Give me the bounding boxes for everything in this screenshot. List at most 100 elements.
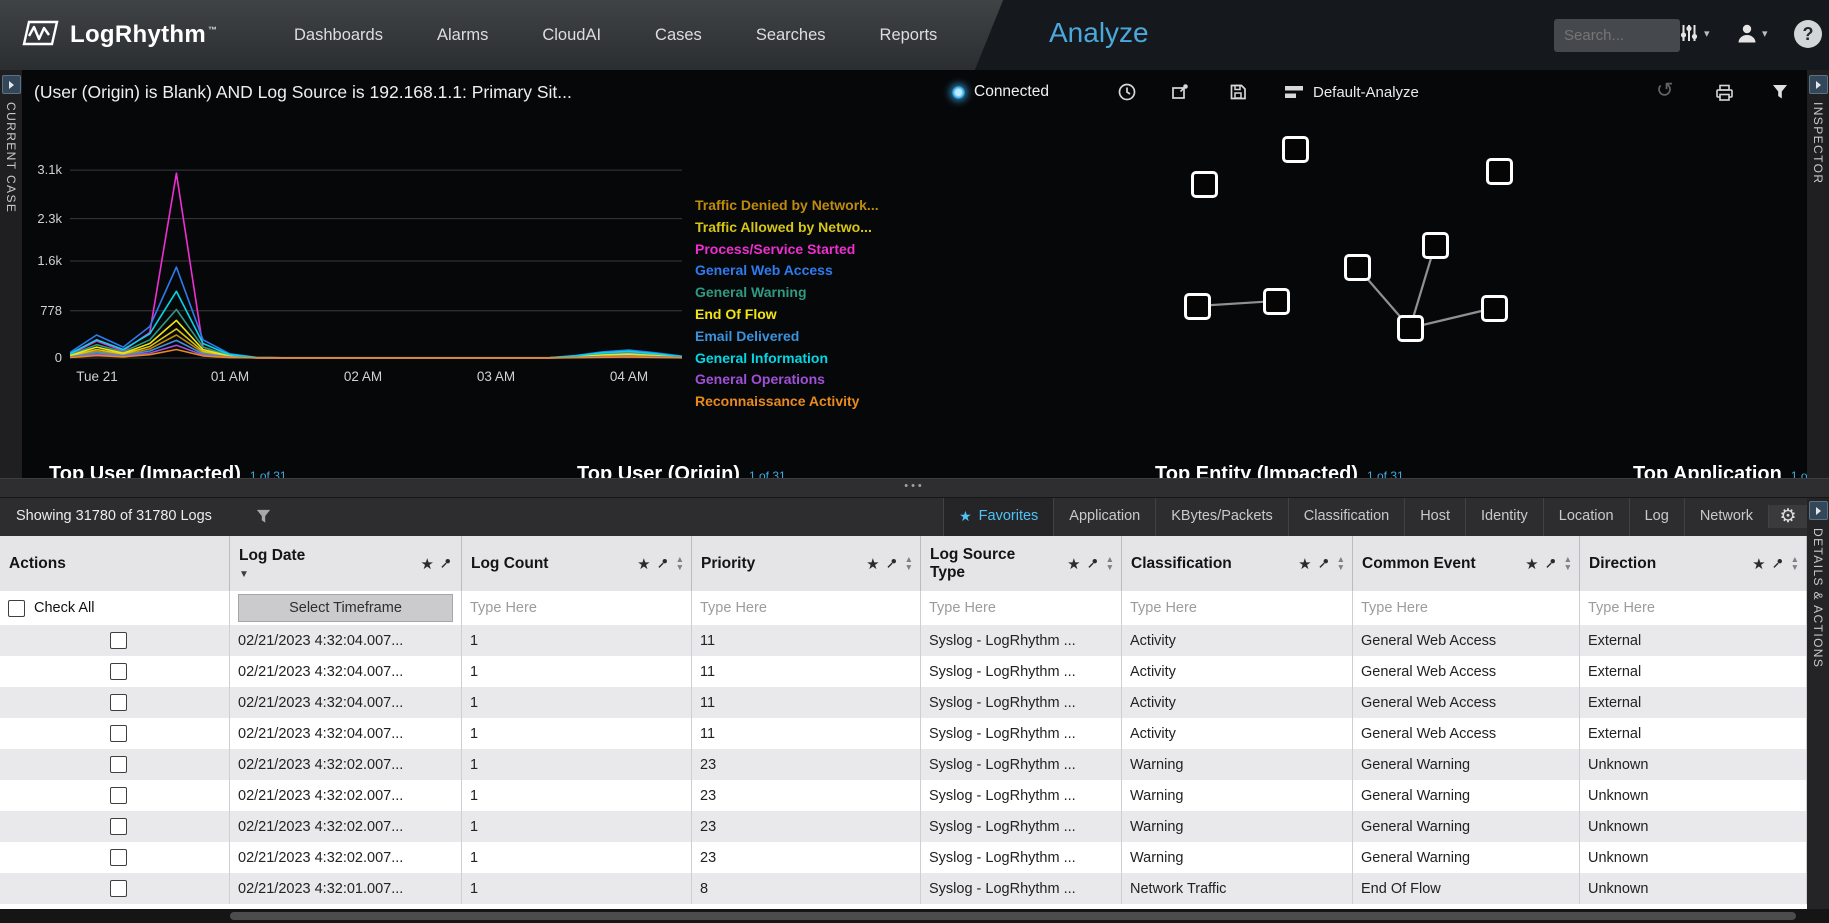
pin-column-icon[interactable] <box>656 557 669 570</box>
graph-node-3[interactable] <box>1422 232 1449 259</box>
column-header-classification[interactable]: Classification★▲▼ <box>1122 536 1353 591</box>
pin-to-dashboard-button[interactable] <box>1170 82 1190 107</box>
graph-node-2[interactable] <box>1486 158 1513 185</box>
brand[interactable]: LogRhythm™ <box>20 0 217 70</box>
grid-tab-application[interactable]: Application <box>1053 496 1155 536</box>
undo-icon[interactable]: ↺ <box>1656 78 1674 103</box>
save-layout-button[interactable] <box>1228 82 1248 107</box>
widget-pager[interactable]: 1 of 31 <box>749 469 786 478</box>
details-actions-label[interactable]: DETAILS & ACTIONS <box>1811 528 1825 668</box>
log-table-row-3[interactable]: 02/21/2023 4:32:04.007...111Syslog - Log… <box>0 718 1807 749</box>
pin-column-icon[interactable] <box>1771 557 1784 570</box>
help-icon[interactable]: ? <box>1794 20 1822 48</box>
row-checkbox[interactable] <box>110 787 127 804</box>
sort-desc-icon[interactable]: ▼ <box>239 570 305 580</box>
nav-item-reports[interactable]: Reports <box>880 26 938 45</box>
grid-tab-location[interactable]: Location <box>1543 496 1629 536</box>
user-menu[interactable]: ▾ <box>1736 22 1768 44</box>
graph-node-0[interactable] <box>1282 136 1309 163</box>
row-checkbox[interactable] <box>110 818 127 835</box>
grid-filter-icon[interactable] <box>254 507 273 526</box>
sort-icons[interactable]: ▲▼ <box>1337 556 1345 571</box>
current-case-label[interactable]: CURRENT CASE <box>4 102 18 213</box>
log-table-row-4[interactable]: 02/21/2023 4:32:02.007...123Syslog - Log… <box>0 749 1807 780</box>
nav-item-dashboards[interactable]: Dashboards <box>294 26 383 45</box>
sort-icons[interactable]: ▲▼ <box>676 556 684 571</box>
log-table-row-1[interactable]: 02/21/2023 4:32:04.007...111Syslog - Log… <box>0 656 1807 687</box>
row-checkbox[interactable] <box>110 849 127 866</box>
log-table-row-6[interactable]: 02/21/2023 4:32:02.007...123Syslog - Log… <box>0 811 1807 842</box>
column-header-log-count[interactable]: Log Count★▲▼ <box>462 536 692 591</box>
pin-column-icon[interactable] <box>1544 557 1557 570</box>
nav-item-analyze-active[interactable]: Analyze <box>1049 17 1149 49</box>
filter-input-log-source-type[interactable]: Type Here <box>921 591 1122 625</box>
log-table-row-2[interactable]: 02/21/2023 4:32:04.007...111Syslog - Log… <box>0 687 1807 718</box>
print-button[interactable] <box>1714 82 1735 108</box>
log-table-row-5[interactable]: 02/21/2023 4:32:02.007...123Syslog - Log… <box>0 780 1807 811</box>
time-range-button[interactable] <box>1117 82 1137 107</box>
select-timeframe-button[interactable]: Select Timeframe <box>238 594 453 622</box>
search-input[interactable] <box>1554 19 1680 52</box>
filter-input-classification[interactable]: Type Here <box>1122 591 1353 625</box>
row-checkbox[interactable] <box>110 663 127 680</box>
expand-details-button[interactable] <box>1809 501 1828 520</box>
filter-input-common-event[interactable]: Type Here <box>1353 591 1580 625</box>
row-checkbox[interactable] <box>110 756 127 773</box>
inspector-label[interactable]: INSPECTOR <box>1811 102 1825 184</box>
column-header-log-date[interactable]: Log Date▼★ <box>230 536 462 591</box>
row-checkbox[interactable] <box>110 880 127 897</box>
grid-tab-kbytes-packets[interactable]: KBytes/Packets <box>1155 496 1288 536</box>
grid-tab-host[interactable]: Host <box>1404 496 1465 536</box>
check-all-checkbox[interactable] <box>8 600 25 617</box>
sort-icons[interactable]: ▲▼ <box>1106 556 1114 571</box>
favorite-column-icon[interactable]: ★ <box>1067 555 1080 573</box>
pin-column-icon[interactable] <box>1086 557 1099 570</box>
grid-settings-button[interactable]: ⚙ <box>1768 505 1807 528</box>
grid-tab-classification[interactable]: Classification <box>1288 496 1404 536</box>
graph-node-6[interactable] <box>1263 288 1290 315</box>
panel-splitter[interactable]: ••• <box>0 478 1829 498</box>
column-header-log-source-type[interactable]: Log Source Type★▲▼ <box>921 536 1122 591</box>
column-header-common-event[interactable]: Common Event★▲▼ <box>1353 536 1580 591</box>
column-header-actions[interactable]: Actions <box>0 536 230 591</box>
pin-column-icon[interactable] <box>1317 557 1330 570</box>
nav-item-alarms[interactable]: Alarms <box>437 26 488 45</box>
filter-input-direction[interactable]: Type Here <box>1580 591 1807 625</box>
favorite-column-icon[interactable]: ★ <box>1298 555 1311 573</box>
grid-tab-log[interactable]: Log <box>1629 496 1684 536</box>
expand-inspector-button[interactable] <box>1809 75 1828 94</box>
graph-node-7[interactable] <box>1397 315 1424 342</box>
widget-pager[interactable]: 1 of 31 <box>1791 469 1807 478</box>
expand-current-case-button[interactable] <box>2 75 21 94</box>
favorite-column-icon[interactable]: ★ <box>1525 555 1538 573</box>
widget-pager[interactable]: 1 of 31 <box>1367 469 1404 478</box>
log-table-row-0[interactable]: 02/21/2023 4:32:04.007...111Syslog - Log… <box>0 625 1807 656</box>
filter-input-log-count[interactable]: Type Here <box>462 591 692 625</box>
horizontal-scrollbar[interactable] <box>0 909 1829 923</box>
row-checkbox[interactable] <box>110 725 127 742</box>
nav-item-cloudai[interactable]: CloudAI <box>542 26 601 45</box>
grid-tab-favorites[interactable]: ★Favorites <box>943 496 1053 536</box>
column-header-priority[interactable]: Priority★▲▼ <box>692 536 921 591</box>
nav-item-searches[interactable]: Searches <box>756 26 826 45</box>
layout-selector[interactable]: Default-Analyze <box>1284 83 1419 101</box>
filter-button[interactable] <box>1770 82 1790 107</box>
favorite-column-icon[interactable]: ★ <box>1752 555 1765 573</box>
filter-settings-menu[interactable]: ▾ <box>1678 22 1710 44</box>
log-table-row-8[interactable]: 02/21/2023 4:32:01.007...18Syslog - LogR… <box>0 873 1807 904</box>
sort-icons[interactable]: ▲▼ <box>1564 556 1572 571</box>
favorite-column-icon[interactable]: ★ <box>866 555 879 573</box>
row-checkbox[interactable] <box>110 632 127 649</box>
sort-icons[interactable]: ▲▼ <box>905 556 913 571</box>
favorite-column-icon[interactable]: ★ <box>637 555 650 573</box>
log-table-row-7[interactable]: 02/21/2023 4:32:02.007...123Syslog - Log… <box>0 842 1807 873</box>
graph-node-5[interactable] <box>1184 293 1211 320</box>
widget-pager[interactable]: 1 of 31 <box>250 469 287 478</box>
graph-node-4[interactable] <box>1344 254 1371 281</box>
pin-column-icon[interactable] <box>885 557 898 570</box>
graph-node-1[interactable] <box>1191 171 1218 198</box>
pin-column-icon[interactable] <box>439 557 452 570</box>
row-checkbox[interactable] <box>110 694 127 711</box>
sort-icons[interactable]: ▲▼ <box>1791 556 1799 571</box>
favorite-column-icon[interactable]: ★ <box>421 555 434 573</box>
